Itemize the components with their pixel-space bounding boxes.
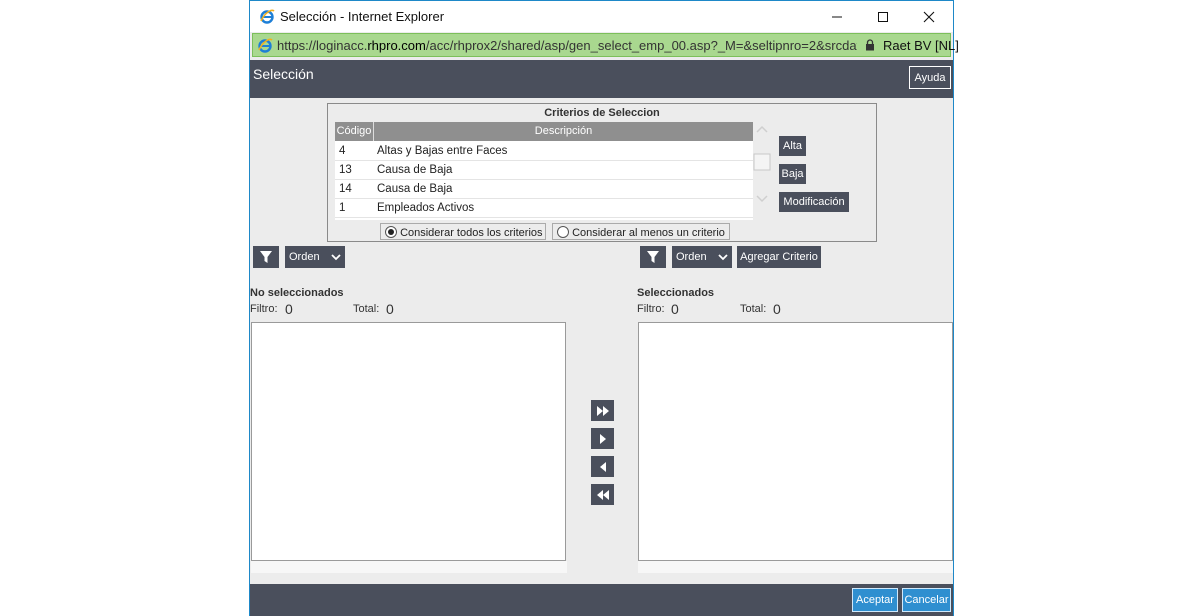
right-filtro-label: Filtro:: [637, 303, 665, 315]
cell-description: Causa de Baja: [377, 164, 453, 176]
filter-icon: [646, 250, 660, 264]
orden-label: Orden: [289, 251, 320, 263]
unselected-list[interactable]: [251, 322, 566, 561]
filter-button-left[interactable]: [253, 246, 279, 268]
arrow-left-icon: [599, 461, 606, 472]
radio-any-label: Considerar al menos un criterio: [572, 227, 725, 239]
filter-icon: [259, 250, 273, 264]
minimize-button[interactable]: [814, 1, 860, 32]
address-bar[interactable]: https://loginacc.rhpro.com/acc/rhprox2/s…: [252, 33, 959, 57]
lock-icon: [865, 39, 875, 51]
left-filtro-value: 0: [285, 301, 293, 317]
url-text: https://loginacc.rhpro.com/acc/rhprox2/s…: [277, 38, 857, 53]
dialog-footer: Aceptar Cancelar: [250, 584, 953, 616]
dialog-window: Selección - Internet Explorer https://lo…: [249, 0, 959, 616]
criteria-panel: Criterios de Seleccion Código Descripció…: [327, 103, 877, 242]
radio-selected-icon[interactable]: [385, 226, 397, 238]
move-all-left-button[interactable]: [591, 484, 614, 505]
filter-button-right[interactable]: [640, 246, 666, 268]
left-filtro-label: Filtro:: [250, 303, 278, 315]
orden-dropdown-right[interactable]: Orden: [672, 246, 732, 268]
move-right-button[interactable]: [591, 428, 614, 449]
certificate-label[interactable]: Raet BV [NL]: [883, 38, 959, 53]
right-total-value: 0: [773, 301, 781, 317]
agregar-criterio-button[interactable]: Agregar Criterio: [737, 246, 821, 268]
radio-any-criteria[interactable]: Considerar al menos un criterio: [552, 223, 730, 240]
selected-list[interactable]: [638, 322, 953, 561]
page-title: Selección: [253, 66, 314, 82]
cell-code: 14: [339, 183, 352, 195]
selected-list-scrollbar[interactable]: [638, 561, 953, 573]
page-header: Selección Ayuda: [250, 60, 953, 98]
table-row[interactable]: 4 Altas y Bajas entre Faces: [335, 142, 753, 161]
chevron-down-icon: [718, 252, 728, 262]
cell-code: 13: [339, 164, 352, 176]
cell-description: Empleados Activos: [377, 202, 475, 214]
radio-unselected-icon[interactable]: [557, 226, 569, 238]
cell-description: Altas y Bajas entre Faces: [377, 145, 508, 157]
help-button[interactable]: Ayuda: [909, 66, 951, 89]
table-row[interactable]: 13 Causa de Baja: [335, 161, 753, 180]
baja-button[interactable]: Baja: [779, 164, 806, 184]
title-bar: Selección - Internet Explorer: [250, 1, 953, 32]
orden-label: Orden: [676, 251, 707, 263]
right-total-label: Total:: [740, 303, 767, 315]
cell-description: Causa de Baja: [377, 183, 453, 195]
cancel-button[interactable]: Cancelar: [902, 588, 951, 612]
double-arrow-left-icon: [596, 489, 609, 500]
chevron-down-icon: [331, 252, 341, 262]
table-row[interactable]: 1 Empleados Activos: [335, 199, 753, 218]
column-header-description[interactable]: Descripción: [374, 122, 753, 141]
criteria-title: Criterios de Seleccion: [544, 107, 660, 119]
left-total-label: Total:: [353, 303, 380, 315]
arrow-right-icon: [599, 433, 606, 444]
left-panel-title: No seleccionados: [250, 287, 344, 299]
cell-code: 1: [339, 202, 346, 214]
modificacion-button[interactable]: Modificación: [779, 192, 849, 212]
table-scrollbar[interactable]: [753, 122, 771, 220]
move-all-right-button[interactable]: [591, 400, 614, 421]
right-filtro-value: 0: [671, 301, 679, 317]
right-panel-title: Seleccionados: [637, 287, 715, 299]
criteria-table: Código Descripción 4 Altas y Bajas entre…: [335, 122, 753, 220]
orden-dropdown-left[interactable]: Orden: [285, 246, 345, 268]
internet-explorer-icon: [257, 37, 273, 53]
close-button[interactable]: [906, 1, 952, 32]
alta-button[interactable]: Alta: [779, 136, 806, 156]
window-title: Selección - Internet Explorer: [280, 9, 445, 24]
table-row[interactable]: 14 Causa de Baja: [335, 180, 753, 199]
internet-explorer-icon: [259, 8, 275, 24]
accept-button[interactable]: Aceptar: [852, 588, 898, 612]
unselected-list-scrollbar[interactable]: [251, 561, 567, 573]
maximize-button[interactable]: [860, 1, 906, 32]
cell-code: 4: [339, 145, 346, 157]
column-header-code[interactable]: Código: [335, 122, 374, 141]
left-total-value: 0: [386, 301, 394, 317]
radio-all-criteria[interactable]: Considerar todos los criterios: [380, 223, 546, 240]
table-row[interactable]: [335, 218, 753, 220]
double-arrow-right-icon: [596, 405, 609, 416]
table-header: Código Descripción: [335, 122, 753, 141]
radio-all-label: Considerar todos los criterios: [400, 227, 543, 239]
move-left-button[interactable]: [591, 456, 614, 477]
